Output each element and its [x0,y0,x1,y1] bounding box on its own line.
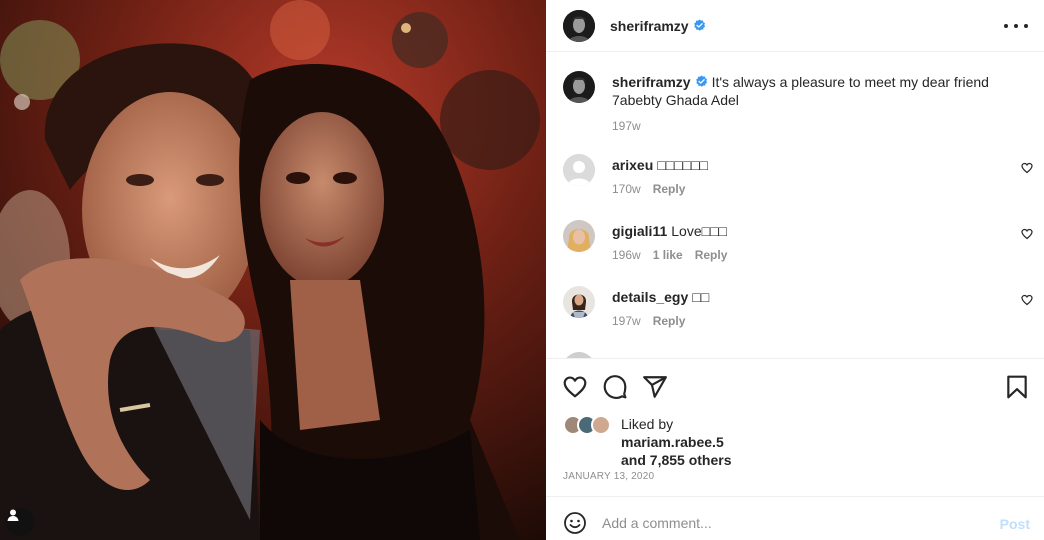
user-tag-icon [7,509,19,521]
emoji-icon[interactable] [563,511,587,535]
comment-icon[interactable] [602,374,628,400]
avatar-image [563,286,595,318]
more-icon-dot [1004,24,1008,28]
user-tag-button[interactable] [6,508,34,536]
comments-list[interactable]: sheriframzy It's always a pleasure to me… [546,53,1044,358]
comment-text: □□ [692,289,710,305]
caption-meta: 197w [612,117,1002,135]
comment-text: Love□□□ [671,223,727,239]
liker-avatar [591,415,611,435]
commenter-username[interactable]: arixeu [612,157,653,173]
liked-by-text: Liked by mariam.rabee.5 and 7,855 others [621,415,732,469]
post-comment-button[interactable]: Post [1000,516,1030,532]
more-icon-dot [1014,24,1018,28]
commenter-username[interactable]: gigiali11 [612,223,667,239]
commenter-avatar[interactable] [563,286,595,318]
comment-input[interactable] [602,509,982,537]
caption-age[interactable]: 197w [612,119,641,133]
add-comment-bar: Post [546,496,1044,540]
verified-badge-icon [695,75,707,87]
commenter-avatar[interactable] [563,154,595,186]
avatar-image [563,9,595,42]
comment-age[interactable]: 170w [612,182,641,196]
reply-button[interactable]: Reply [695,248,728,262]
comment-likes[interactable]: 1 like [653,248,683,262]
comment-age[interactable]: 197w [612,314,641,328]
commenter-avatar[interactable] [563,220,595,252]
comment-body: arixeu □□□□□□ 170w Reply [612,156,1002,198]
avatar-image [563,71,595,103]
like-comment-heart-icon[interactable] [1021,228,1033,240]
comment-meta: 196w 1 like Reply [612,246,1002,264]
caption-username[interactable]: sheriframzy [612,74,691,90]
liker-avatars[interactable] [563,415,619,437]
photo-illustration [0,0,546,540]
comment-meta: 197w Reply [612,312,1002,330]
commenter-username[interactable]: details_egy [612,289,688,305]
post-actions [546,358,1044,412]
post-details-panel: sheriframzy sheriframzy It's always a pl… [546,0,1044,540]
caption-body: sheriframzy It's always a pleasure to me… [612,73,1002,135]
comment-meta: 170w Reply [612,180,1002,198]
comment-body: details_egy □□ 197w Reply [612,288,1002,330]
liked-by-section: Liked by mariam.rabee.5 and 7,855 others [563,413,863,473]
post-date[interactable]: JANUARY 13, 2020 [563,471,654,482]
like-comment-heart-icon[interactable] [1021,162,1033,174]
comment-age[interactable]: 196w [612,248,641,262]
post-header: sheriframzy [546,0,1044,52]
reply-button[interactable]: Reply [653,182,686,196]
liked-by-prefix: Liked by [621,416,674,432]
author-avatar[interactable] [563,9,595,42]
more-options-button[interactable] [1004,16,1028,36]
comment-body: gigiali11 Love□□□ 196w 1 like Reply [612,222,1002,264]
author-avatar[interactable] [563,71,595,103]
comment-text: □□□□□□ [657,157,708,173]
share-icon[interactable] [642,374,668,400]
reply-button[interactable]: Reply [653,314,686,328]
verified-badge-icon [693,19,705,31]
bookmark-icon[interactable] [1004,374,1030,400]
default-avatar-icon [563,154,595,186]
heart-icon[interactable] [562,374,588,400]
like-comment-heart-icon[interactable] [1021,294,1033,306]
liked-by-user[interactable]: mariam.rabee.5 [621,434,724,450]
likes-count[interactable]: and 7,855 others [621,452,732,468]
author-username[interactable]: sheriframzy [610,18,689,34]
more-icon-dot [1024,24,1028,28]
post-photo[interactable] [0,0,546,540]
avatar-image [563,220,595,252]
